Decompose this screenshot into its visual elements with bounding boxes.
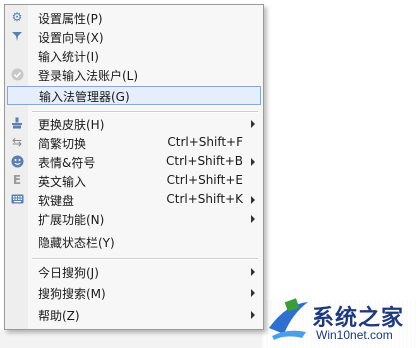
- menu-separator: [32, 111, 258, 113]
- watermark-site: Win10net.com: [316, 328, 393, 342]
- check-circle-icon: [10, 67, 24, 81]
- menu-item-change-skin[interactable]: 更换皮肤(H): [5, 114, 263, 133]
- menu-item-soft-keyboard[interactable]: 软键盘 Ctrl+Shift+K: [5, 190, 263, 209]
- switch-icon: ⇆: [11, 135, 23, 149]
- submenu-arrow-icon: [251, 289, 255, 297]
- wand-icon: [10, 29, 24, 43]
- submenu-arrow-icon: [251, 311, 255, 319]
- letter-e-icon: E: [12, 173, 22, 187]
- menu-item-simp-trad-switch[interactable]: ⇆ 简繁切换 Ctrl+Shift+F: [5, 133, 263, 152]
- menu-item-today-sogou[interactable]: 今日搜狗(J): [5, 262, 263, 281]
- keyboard-icon: [10, 192, 24, 206]
- submenu-arrow-icon: [251, 196, 255, 204]
- submenu-arrow-icon: [251, 120, 255, 128]
- menu-item-ime-manager[interactable]: 输入法管理器(G): [7, 86, 261, 105]
- submenu-arrow-icon: [251, 215, 255, 223]
- submenu-arrow-icon: [251, 268, 255, 276]
- menu-item-input-stats[interactable]: 输入统计(I): [5, 46, 263, 65]
- menu-item-emoji-symbols[interactable]: 表情&符号 Ctrl+Shift+B: [5, 152, 263, 171]
- menu-separator: [32, 258, 258, 260]
- gear-icon: ⚙: [11, 10, 23, 24]
- menu-item-help[interactable]: 帮助(Z): [5, 305, 263, 324]
- submenu-arrow-icon: [251, 158, 255, 166]
- context-menu: ⚙ 设置属性(P) 设置向导(X) 输入统计(I) 登录输入法账户(L) 输入法…: [4, 4, 264, 330]
- watermark: 系统之家 Win10net.com: [262, 292, 418, 348]
- menu-item-sogou-search[interactable]: 搜狗搜索(M): [5, 283, 263, 302]
- brush-icon: [10, 116, 24, 130]
- watermark-logo-icon: [269, 298, 308, 340]
- menu-item-setup-wizard[interactable]: 设置向导(X): [5, 27, 263, 46]
- menu-item-hide-statusbar[interactable]: 隐藏状态栏(Y): [5, 232, 263, 251]
- menu-item-english-input[interactable]: E 英文输入 Ctrl+Shift+E: [5, 171, 263, 190]
- menu-item-settings[interactable]: ⚙ 设置属性(P): [5, 8, 263, 27]
- menu-item-extensions[interactable]: 扩展功能(N): [5, 209, 263, 228]
- smiley-icon: [10, 154, 24, 168]
- menu-item-login-account[interactable]: 登录输入法账户(L): [5, 65, 263, 84]
- taskbar-strip: [0, 330, 262, 348]
